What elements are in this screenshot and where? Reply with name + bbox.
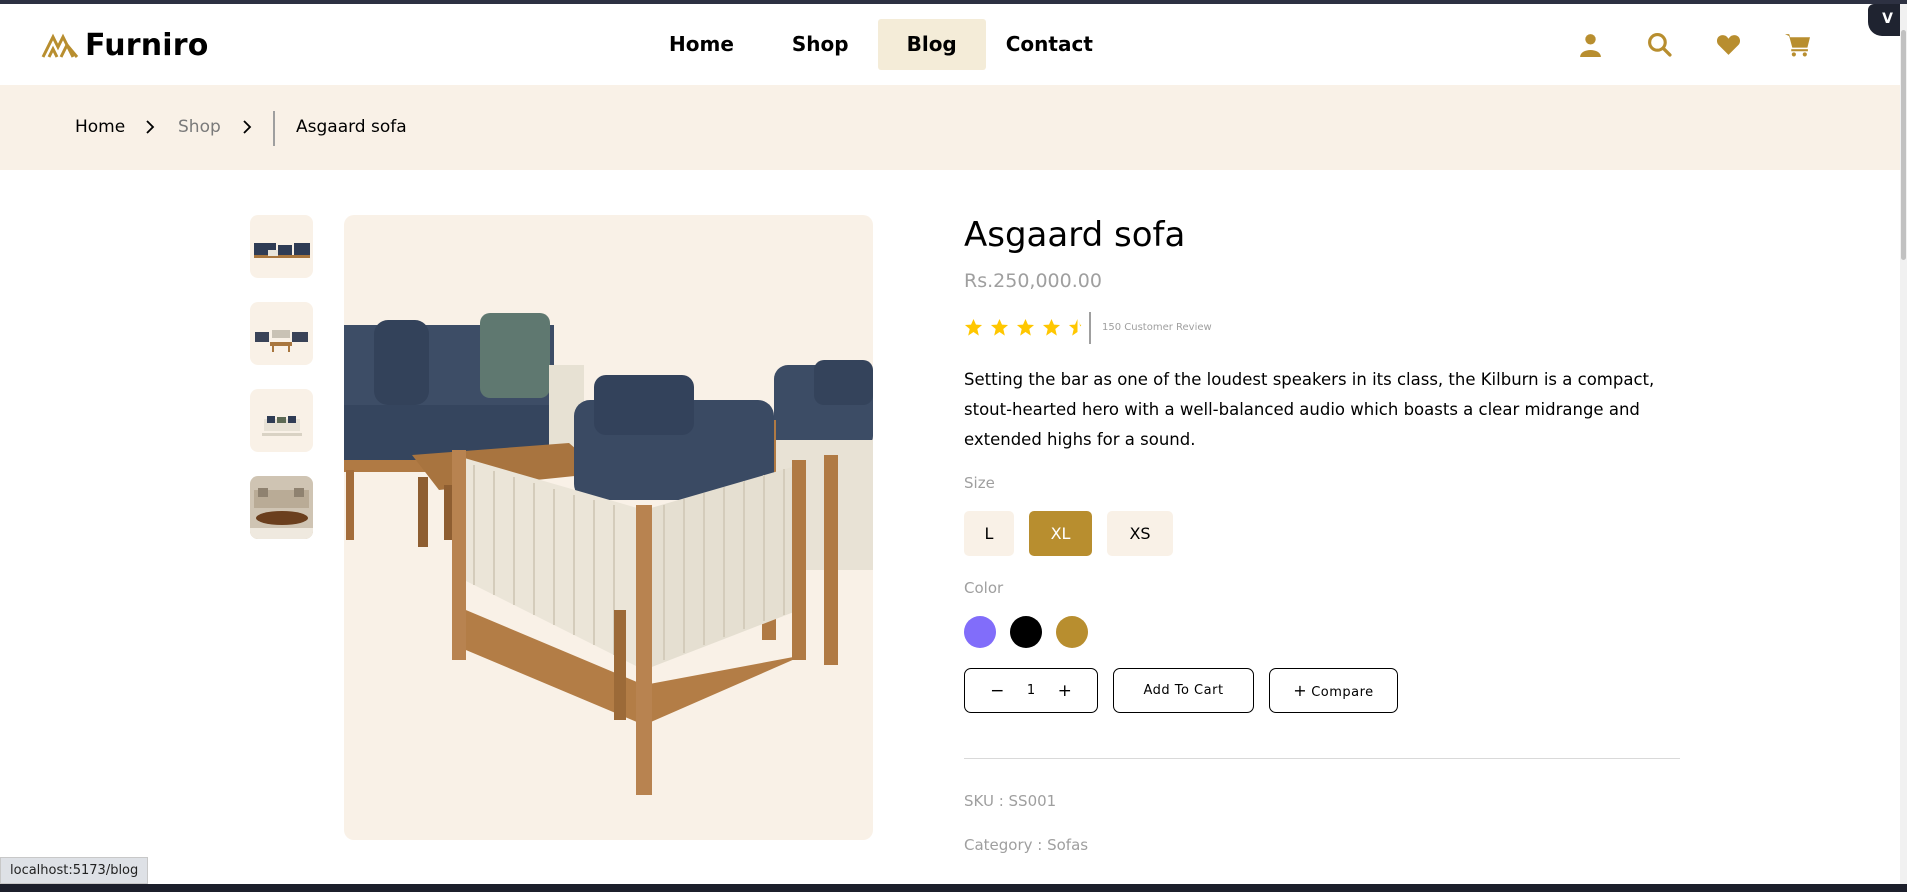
details-divider (964, 758, 1680, 759)
product-sku: SKU : SS001 (964, 792, 1057, 810)
furniro-logo-icon (41, 33, 79, 58)
site-header: Furniro Home Shop Blog Contact (0, 4, 1900, 85)
search-icon[interactable] (1647, 32, 1672, 57)
star-icon (964, 318, 983, 336)
scrollbar-thumb[interactable] (1901, 30, 1906, 260)
color-swatch-gold[interactable] (1056, 616, 1088, 648)
user-icon[interactable] (1578, 32, 1603, 57)
main-nav: Home Shop Blog Contact (640, 19, 1122, 70)
size-label: Size (964, 474, 995, 492)
plus-icon: + (1293, 681, 1308, 700)
product-thumbnail[interactable] (250, 476, 313, 539)
compare-label: Compare (1311, 685, 1374, 700)
breadcrumb-shop[interactable]: Shop (178, 117, 221, 137)
quantity-increase-button[interactable]: + (1054, 681, 1076, 701)
heart-icon[interactable] (1716, 32, 1741, 57)
product-thumbnail[interactable] (250, 302, 313, 365)
half-star-icon (1068, 318, 1082, 336)
size-option-xs[interactable]: XS (1107, 511, 1173, 556)
quantity-decrease-button[interactable]: − (986, 681, 1008, 701)
breadcrumb: Home Shop Asgaard sofa (0, 85, 1900, 170)
color-swatch-black[interactable] (1010, 616, 1042, 648)
quantity-value[interactable]: 1 (1027, 683, 1035, 698)
size-option-xl[interactable]: XL (1029, 511, 1092, 556)
customer-review-count[interactable]: 150 Customer Review (1102, 322, 1212, 333)
product-title: Asgaard sofa (964, 215, 1186, 255)
product-description: Setting the bar as one of the loudest sp… (964, 370, 1655, 449)
nav-home[interactable]: Home (640, 19, 763, 70)
link-status-bar: localhost:5173/blog (0, 857, 149, 884)
color-swatch-purple[interactable] (964, 616, 996, 648)
product-main-image (344, 215, 873, 840)
product-thumbnail[interactable] (250, 389, 313, 452)
nav-shop[interactable]: Shop (763, 19, 878, 70)
product-thumbnail[interactable] (250, 215, 313, 278)
star-icon (1016, 318, 1035, 336)
size-options: L XL XS (964, 511, 1173, 556)
cart-icon[interactable] (1785, 32, 1810, 57)
rating-stars (964, 318, 1087, 337)
quantity-stepper: − 1 + (964, 668, 1098, 713)
nav-blog[interactable]: Blog (877, 19, 986, 70)
breadcrumb-divider (273, 111, 275, 146)
nav-contact[interactable]: Contact (986, 19, 1122, 70)
chevron-right-icon (146, 120, 155, 134)
star-icon (1042, 318, 1061, 336)
header-actions (1578, 32, 1810, 57)
color-label: Color (964, 579, 1004, 597)
color-options (964, 616, 1088, 648)
breadcrumb-home[interactable]: Home (75, 117, 125, 137)
os-taskbar (0, 884, 1907, 892)
size-option-l[interactable]: L (964, 511, 1014, 556)
brand-name: Furniro (85, 28, 209, 63)
brand-logo[interactable]: Furniro (41, 28, 209, 63)
compare-button[interactable]: + Compare (1269, 668, 1398, 713)
chevron-right-icon (243, 120, 252, 134)
star-icon (990, 318, 1009, 336)
product-category: Category : Sofas (964, 836, 1089, 854)
breadcrumb-current: Asgaard sofa (296, 117, 407, 137)
product-price: Rs.250,000.00 (964, 270, 1102, 292)
add-to-cart-button[interactable]: Add To Cart (1113, 668, 1254, 713)
rating-divider (1089, 312, 1091, 344)
